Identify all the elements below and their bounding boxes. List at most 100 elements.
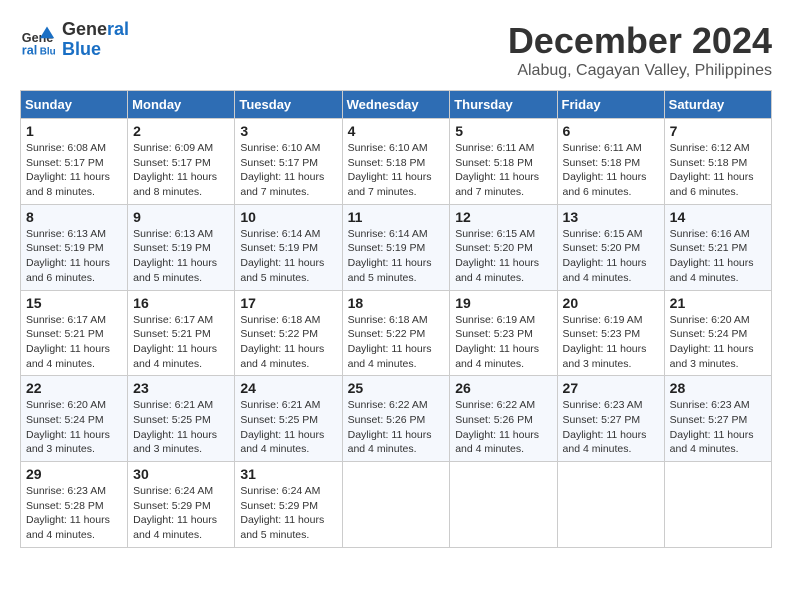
day-number: 17 xyxy=(240,295,336,311)
day-number: 9 xyxy=(133,209,229,225)
day-info: Sunrise: 6:20 AMSunset: 5:24 PMDaylight:… xyxy=(26,398,122,457)
day-number: 12 xyxy=(455,209,551,225)
day-info: Sunrise: 6:17 AMSunset: 5:21 PMDaylight:… xyxy=(133,313,229,372)
day-number: 30 xyxy=(133,466,229,482)
day-info: Sunrise: 6:21 AMSunset: 5:25 PMDaylight:… xyxy=(240,398,336,457)
calendar-day-cell: 9 Sunrise: 6:13 AMSunset: 5:19 PMDaylight… xyxy=(128,204,235,290)
day-number: 22 xyxy=(26,380,122,396)
calendar-table: SundayMondayTuesdayWednesdayThursdayFrid… xyxy=(20,90,772,548)
svg-text:ral: ral xyxy=(22,43,37,57)
calendar-day-cell: 3 Sunrise: 6:10 AMSunset: 5:17 PMDaylight… xyxy=(235,119,342,205)
day-number: 25 xyxy=(348,380,445,396)
day-info: Sunrise: 6:23 AMSunset: 5:28 PMDaylight:… xyxy=(26,484,122,543)
calendar-day-cell: 24 Sunrise: 6:21 AMSunset: 5:25 PMDayligh… xyxy=(235,376,342,462)
calendar-day-cell: 10 Sunrise: 6:14 AMSunset: 5:19 PMDayligh… xyxy=(235,204,342,290)
title-block: December 2024 Alabug, Cagayan Valley, Ph… xyxy=(508,20,772,80)
day-info: Sunrise: 6:18 AMSunset: 5:22 PMDaylight:… xyxy=(240,313,336,372)
day-info: Sunrise: 6:22 AMSunset: 5:26 PMDaylight:… xyxy=(348,398,445,457)
calendar-day-cell: 22 Sunrise: 6:20 AMSunset: 5:24 PMDayligh… xyxy=(21,376,128,462)
day-info: Sunrise: 6:15 AMSunset: 5:20 PMDaylight:… xyxy=(455,227,551,286)
logo: Gene ral Blue GeneralBlue xyxy=(20,20,129,60)
calendar-day-cell: 16 Sunrise: 6:17 AMSunset: 5:21 PMDayligh… xyxy=(128,290,235,376)
calendar-week-row: 1 Sunrise: 6:08 AMSunset: 5:17 PMDaylight… xyxy=(21,119,772,205)
weekday-header-cell: Friday xyxy=(557,91,664,119)
day-number: 18 xyxy=(348,295,445,311)
calendar-week-row: 15 Sunrise: 6:17 AMSunset: 5:21 PMDayligh… xyxy=(21,290,772,376)
day-info: Sunrise: 6:19 AMSunset: 5:23 PMDaylight:… xyxy=(563,313,659,372)
day-number: 7 xyxy=(670,123,766,139)
day-info: Sunrise: 6:19 AMSunset: 5:23 PMDaylight:… xyxy=(455,313,551,372)
calendar-week-row: 8 Sunrise: 6:13 AMSunset: 5:19 PMDaylight… xyxy=(21,204,772,290)
page-header: Gene ral Blue GeneralBlue December 2024 … xyxy=(20,20,772,80)
day-info: Sunrise: 6:09 AMSunset: 5:17 PMDaylight:… xyxy=(133,141,229,200)
weekday-header-cell: Wednesday xyxy=(342,91,450,119)
calendar-day-cell: 21 Sunrise: 6:20 AMSunset: 5:24 PMDayligh… xyxy=(664,290,771,376)
day-info: Sunrise: 6:11 AMSunset: 5:18 PMDaylight:… xyxy=(455,141,551,200)
calendar-day-cell: 20 Sunrise: 6:19 AMSunset: 5:23 PMDayligh… xyxy=(557,290,664,376)
day-number: 5 xyxy=(455,123,551,139)
day-info: Sunrise: 6:23 AMSunset: 5:27 PMDaylight:… xyxy=(670,398,766,457)
day-number: 3 xyxy=(240,123,336,139)
day-number: 4 xyxy=(348,123,445,139)
day-info: Sunrise: 6:22 AMSunset: 5:26 PMDaylight:… xyxy=(455,398,551,457)
calendar-day-cell: 18 Sunrise: 6:18 AMSunset: 5:22 PMDayligh… xyxy=(342,290,450,376)
day-number: 1 xyxy=(26,123,122,139)
calendar-day-cell: 7 Sunrise: 6:12 AMSunset: 5:18 PMDaylight… xyxy=(664,119,771,205)
day-info: Sunrise: 6:20 AMSunset: 5:24 PMDaylight:… xyxy=(670,313,766,372)
calendar-day-cell: 1 Sunrise: 6:08 AMSunset: 5:17 PMDaylight… xyxy=(21,119,128,205)
day-number: 16 xyxy=(133,295,229,311)
location-subtitle: Alabug, Cagayan Valley, Philippines xyxy=(508,62,772,80)
day-info: Sunrise: 6:10 AMSunset: 5:17 PMDaylight:… xyxy=(240,141,336,200)
calendar-day-cell: 28 Sunrise: 6:23 AMSunset: 5:27 PMDayligh… xyxy=(664,376,771,462)
calendar-day-cell: 5 Sunrise: 6:11 AMSunset: 5:18 PMDaylight… xyxy=(450,119,557,205)
calendar-day-cell: 8 Sunrise: 6:13 AMSunset: 5:19 PMDaylight… xyxy=(21,204,128,290)
weekday-header-row: SundayMondayTuesdayWednesdayThursdayFrid… xyxy=(21,91,772,119)
calendar-day-cell: 27Sunrise: 6:23 AMSunset: 5:27 PMDayligh… xyxy=(557,376,664,462)
day-info: Sunrise: 6:10 AMSunset: 5:18 PMDaylight:… xyxy=(348,141,445,200)
day-info: Sunrise: 6:11 AMSunset: 5:18 PMDaylight:… xyxy=(563,141,659,200)
calendar-body: 1 Sunrise: 6:08 AMSunset: 5:17 PMDaylight… xyxy=(21,119,772,548)
day-number: 31 xyxy=(240,466,336,482)
month-title: December 2024 xyxy=(508,20,772,62)
day-number: 24 xyxy=(240,380,336,396)
day-number: 14 xyxy=(670,209,766,225)
day-number: 20 xyxy=(563,295,659,311)
day-info: Sunrise: 6:13 AMSunset: 5:19 PMDaylight:… xyxy=(133,227,229,286)
calendar-day-cell: 12 Sunrise: 6:15 AMSunset: 5:20 PMDayligh… xyxy=(450,204,557,290)
day-info: Sunrise: 6:08 AMSunset: 5:17 PMDaylight:… xyxy=(26,141,122,200)
day-number: 11 xyxy=(348,209,445,225)
weekday-header-cell: Saturday xyxy=(664,91,771,119)
calendar-day-cell: 17 Sunrise: 6:18 AMSunset: 5:22 PMDayligh… xyxy=(235,290,342,376)
day-number: 28 xyxy=(670,380,766,396)
day-info: Sunrise: 6:14 AMSunset: 5:19 PMDaylight:… xyxy=(240,227,336,286)
day-number: 8 xyxy=(26,209,122,225)
day-number: 21 xyxy=(670,295,766,311)
calendar-day-cell xyxy=(557,462,664,548)
day-number: 6 xyxy=(563,123,659,139)
logo-text: GeneralBlue xyxy=(62,20,129,60)
day-info: Sunrise: 6:18 AMSunset: 5:22 PMDaylight:… xyxy=(348,313,445,372)
calendar-day-cell: 6 Sunrise: 6:11 AMSunset: 5:18 PMDaylight… xyxy=(557,119,664,205)
calendar-day-cell xyxy=(450,462,557,548)
calendar-day-cell: 25 Sunrise: 6:22 AMSunset: 5:26 PMDayligh… xyxy=(342,376,450,462)
day-number: 23 xyxy=(133,380,229,396)
calendar-day-cell: 29Sunrise: 6:23 AMSunset: 5:28 PMDayligh… xyxy=(21,462,128,548)
day-info: Sunrise: 6:21 AMSunset: 5:25 PMDaylight:… xyxy=(133,398,229,457)
weekday-header-cell: Thursday xyxy=(450,91,557,119)
day-info: Sunrise: 6:12 AMSunset: 5:18 PMDaylight:… xyxy=(670,141,766,200)
calendar-week-row: 29Sunrise: 6:23 AMSunset: 5:28 PMDayligh… xyxy=(21,462,772,548)
calendar-day-cell: 14Sunrise: 6:16 AMSunset: 5:21 PMDayligh… xyxy=(664,204,771,290)
day-number: 10 xyxy=(240,209,336,225)
day-info: Sunrise: 6:14 AMSunset: 5:19 PMDaylight:… xyxy=(348,227,445,286)
day-info: Sunrise: 6:13 AMSunset: 5:19 PMDaylight:… xyxy=(26,227,122,286)
calendar-day-cell: 4 Sunrise: 6:10 AMSunset: 5:18 PMDaylight… xyxy=(342,119,450,205)
calendar-day-cell: 13Sunrise: 6:15 AMSunset: 5:20 PMDayligh… xyxy=(557,204,664,290)
weekday-header-cell: Tuesday xyxy=(235,91,342,119)
day-number: 15 xyxy=(26,295,122,311)
day-number: 26 xyxy=(455,380,551,396)
calendar-day-cell: 2 Sunrise: 6:09 AMSunset: 5:17 PMDaylight… xyxy=(128,119,235,205)
day-info: Sunrise: 6:17 AMSunset: 5:21 PMDaylight:… xyxy=(26,313,122,372)
logo-icon: Gene ral Blue xyxy=(20,22,56,58)
day-number: 2 xyxy=(133,123,229,139)
day-info: Sunrise: 6:15 AMSunset: 5:20 PMDaylight:… xyxy=(563,227,659,286)
